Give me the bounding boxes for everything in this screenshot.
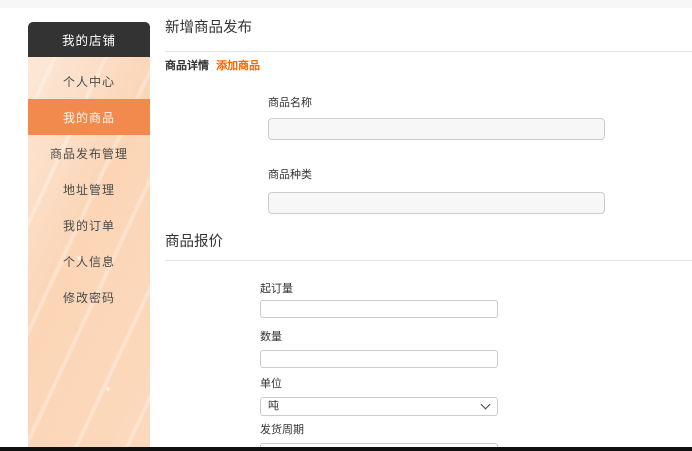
sidebar-item-my-products[interactable]: 我的商品 — [28, 99, 150, 135]
unit-select-wrap: 吨 — [260, 396, 498, 416]
unit-select[interactable]: 吨 — [260, 396, 498, 416]
min-order-input[interactable] — [260, 300, 498, 318]
product-category-label: 商品种类 — [268, 169, 312, 181]
title-divider — [165, 51, 692, 52]
tab-row: 商品详情 添加商品 — [165, 57, 692, 73]
sparkle-decoration — [76, 255, 82, 261]
sidebar-item-product-publish-management[interactable]: 商品发布管理 — [28, 135, 150, 171]
bottom-bar — [0, 447, 692, 451]
sidebar-item-change-password[interactable]: 修改密码 — [28, 279, 150, 315]
sidebar-title: 我的店铺 — [28, 22, 150, 57]
sidebar-nav: 个人中心 我的商品 商品发布管理 地址管理 我的订单 个人信息 修改密码 — [28, 57, 150, 447]
unit-label: 单位 — [260, 378, 282, 390]
add-product-link[interactable]: 添加商品 — [216, 60, 260, 72]
sidebar-item-personal-center[interactable]: 个人中心 — [28, 63, 150, 99]
product-name-input[interactable] — [268, 118, 605, 140]
product-category-input[interactable] — [268, 192, 605, 214]
min-order-label: 起订量 — [260, 283, 293, 295]
delivery-period-label: 发货周期 — [260, 424, 304, 436]
sidebar-item-my-orders[interactable]: 我的订单 — [28, 207, 150, 243]
basic-info-form: 商品名称 商品种类 — [268, 94, 692, 214]
sidebar: 我的店铺 个人中心 我的商品 商品发布管理 地址管理 我的订单 个人信息 修改密… — [28, 22, 150, 447]
quote-form: 起订量 数量 单位 吨 发货周期 天 — [260, 280, 692, 451]
main-content: 新增商品发布 商品详情 添加商品 商品名称 商品种类 商品报价 起订量 数量 单… — [165, 0, 692, 451]
page-title: 新增商品发布 — [165, 20, 252, 36]
sidebar-item-personal-info[interactable]: 个人信息 — [28, 243, 150, 279]
quote-section-divider — [165, 260, 692, 261]
product-name-label: 商品名称 — [268, 97, 312, 109]
quote-section-title: 商品报价 — [165, 234, 223, 250]
tab-product-detail[interactable]: 商品详情 — [165, 60, 209, 72]
quantity-label: 数量 — [260, 331, 282, 343]
sidebar-item-address-management[interactable]: 地址管理 — [28, 171, 150, 207]
quantity-input[interactable] — [260, 350, 498, 368]
sparkle-decoration — [105, 386, 111, 392]
app-window: 我的店铺 个人中心 我的商品 商品发布管理 地址管理 我的订单 个人信息 修改密… — [0, 0, 692, 451]
